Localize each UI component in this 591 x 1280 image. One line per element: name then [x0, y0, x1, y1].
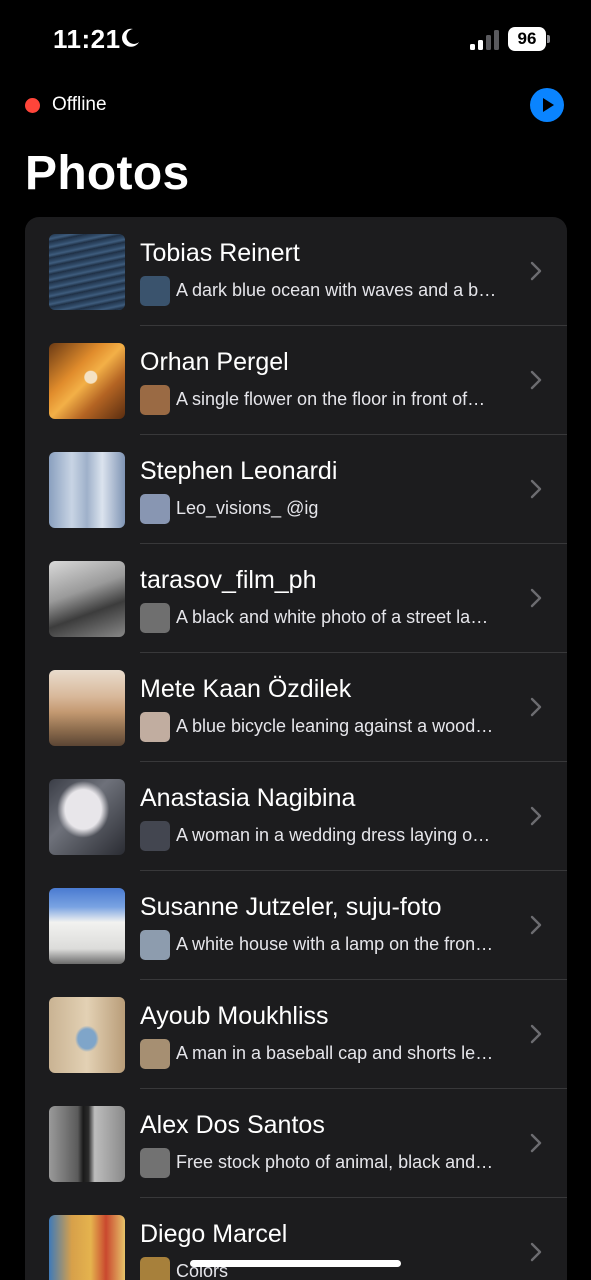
row-title: Tobias Reinert [140, 239, 300, 267]
color-swatch [140, 603, 170, 633]
row-subtitle: A woman in a wedding dress laying o… [176, 825, 491, 845]
moon-icon [122, 28, 139, 47]
list-item[interactable]: Stephen Leonardi Leo_visions_ @ig [25, 435, 567, 544]
row-subtitle: A black and white photo of a street la… [176, 607, 489, 627]
color-swatch [140, 1257, 170, 1280]
chevron-right-icon [530, 479, 542, 499]
row-title: Orhan Pergel [140, 348, 289, 376]
photo-thumbnail [49, 1106, 125, 1182]
photo-thumbnail [49, 888, 125, 964]
photo-thumbnail [49, 670, 125, 746]
color-swatch [140, 494, 170, 524]
photo-thumbnail [49, 561, 125, 637]
photo-thumbnail [49, 779, 125, 855]
offline-dot-icon [25, 97, 40, 113]
home-indicator[interactable] [190, 1260, 401, 1267]
color-swatch [140, 276, 170, 306]
row-title: Ayoub Moukhliss [140, 1002, 329, 1030]
play-icon [543, 98, 554, 112]
list-item[interactable]: Susanne Jutzeler, suju-foto A white hous… [25, 871, 567, 980]
photo-thumbnail [49, 234, 125, 310]
battery-icon: 96 [508, 27, 550, 51]
connection-status-label: Offline [52, 94, 107, 115]
connection-status: Offline [25, 92, 107, 118]
chevron-right-icon [530, 588, 542, 608]
chevron-right-icon [530, 697, 542, 717]
photo-thumbnail [49, 1215, 125, 1280]
row-subtitle: A blue bicycle leaning against a wood… [176, 716, 494, 736]
clock-time: 11:21 [53, 24, 121, 54]
row-subtitle: A white house with a lamp on the fron… [176, 934, 494, 954]
photo-thumbnail [49, 452, 125, 528]
list-item[interactable]: Tobias Reinert A dark blue ocean with wa… [25, 217, 567, 326]
chevron-right-icon [530, 261, 542, 281]
chevron-right-icon [530, 1133, 542, 1153]
color-swatch [140, 1039, 170, 1069]
row-subtitle: A dark blue ocean with waves and a b… [176, 280, 497, 300]
list-item[interactable]: Diego Marcel Colors [25, 1198, 567, 1280]
row-title: Mete Kaan Özdilek [140, 675, 352, 703]
row-title: Alex Dos Santos [140, 1111, 325, 1139]
list-item[interactable]: Alex Dos Santos Free stock photo of anim… [25, 1089, 567, 1198]
chevron-right-icon [530, 915, 542, 935]
list-item[interactable]: Anastasia Nagibina A woman in a wedding … [25, 762, 567, 871]
row-title: Susanne Jutzeler, suju-foto [140, 893, 442, 921]
page-title: Photos [25, 147, 190, 200]
row-title: Anastasia Nagibina [140, 784, 356, 812]
row-title: Diego Marcel [140, 1220, 288, 1248]
row-subtitle: Free stock photo of animal, black and… [176, 1152, 494, 1172]
color-swatch [140, 821, 170, 851]
row-title: tarasov_film_ph [140, 566, 317, 594]
chevron-right-icon [530, 370, 542, 390]
chevron-right-icon [530, 1024, 542, 1044]
color-swatch [140, 385, 170, 415]
battery-level: 96 [508, 27, 546, 51]
color-swatch [140, 712, 170, 742]
photo-list: Tobias Reinert A dark blue ocean with wa… [25, 217, 567, 1280]
list-item[interactable]: Mete Kaan Özdilek A blue bicycle leaning… [25, 653, 567, 762]
color-swatch [140, 1148, 170, 1178]
list-item[interactable]: Ayoub Moukhliss A man in a baseball cap … [25, 980, 567, 1089]
row-subtitle: A single flower on the floor in front of… [176, 389, 486, 409]
row-subtitle: A man in a baseball cap and shorts le… [176, 1043, 494, 1063]
photo-thumbnail [49, 997, 125, 1073]
play-button[interactable] [530, 88, 564, 122]
photo-thumbnail [49, 343, 125, 419]
chevron-right-icon [530, 1242, 542, 1262]
chevron-right-icon [530, 806, 542, 826]
row-subtitle: Leo_visions_ @ig [176, 498, 319, 518]
row-title: Stephen Leonardi [140, 457, 338, 485]
status-bar: 11:21 96 [0, 0, 591, 80]
list-item[interactable]: tarasov_film_ph A black and white photo … [25, 544, 567, 653]
color-swatch [140, 930, 170, 960]
signal-icon [470, 30, 502, 50]
list-item[interactable]: Orhan Pergel A single flower on the floo… [25, 326, 567, 435]
